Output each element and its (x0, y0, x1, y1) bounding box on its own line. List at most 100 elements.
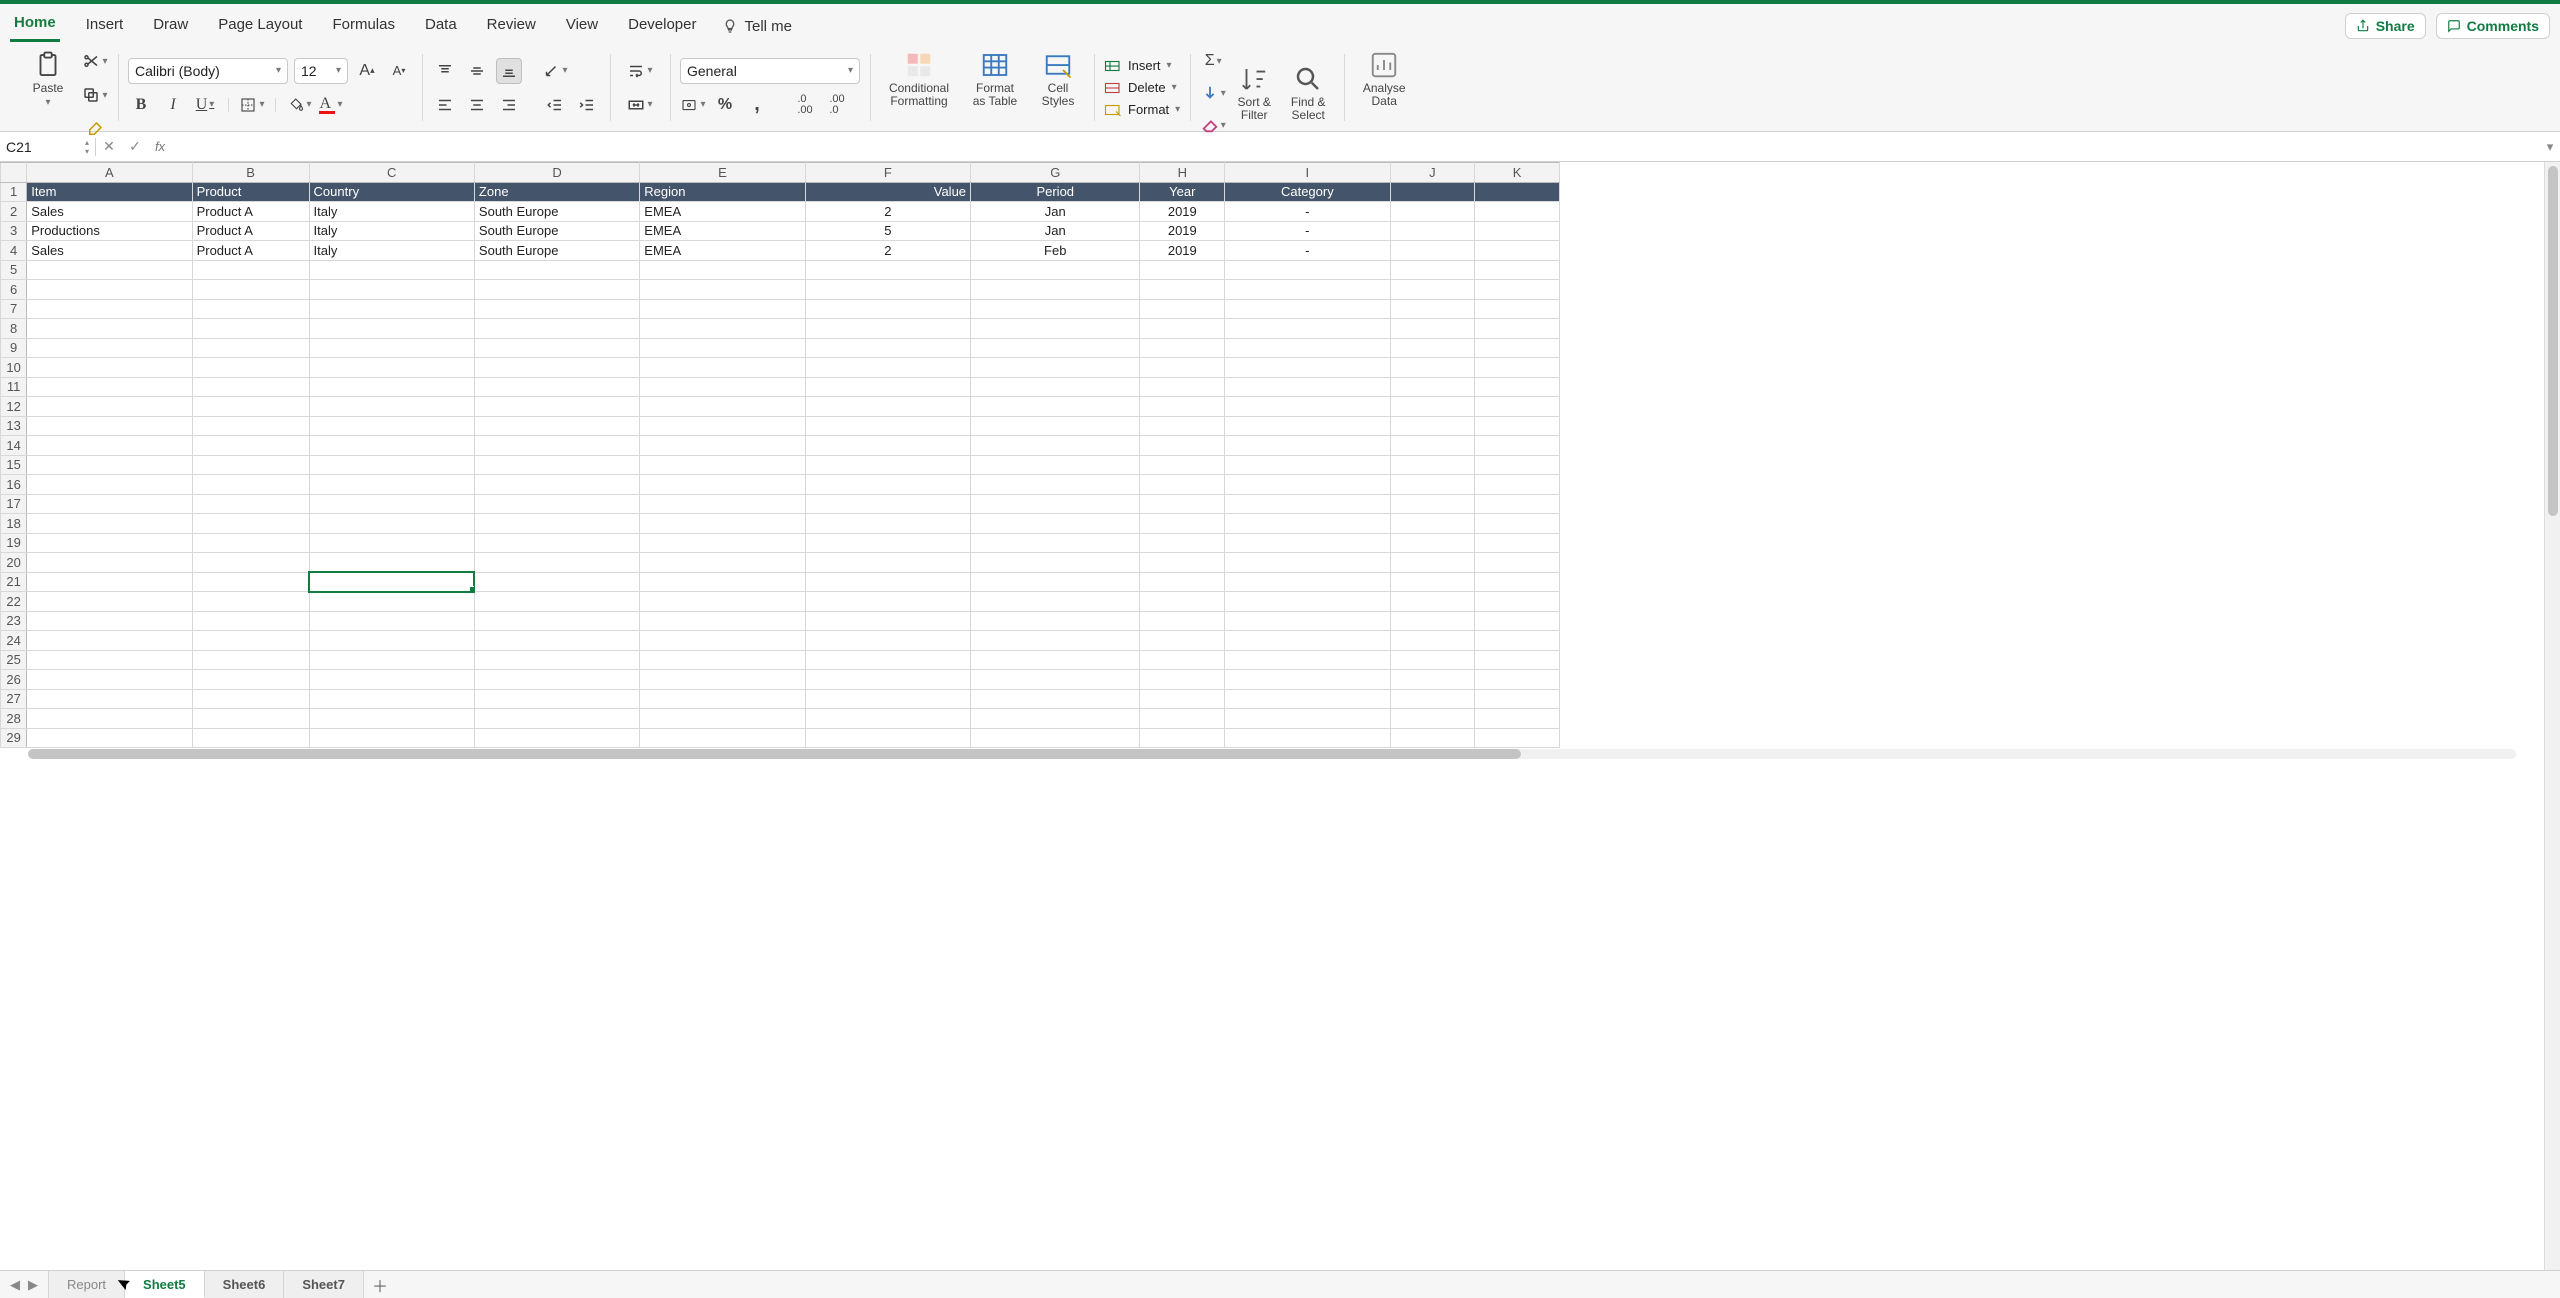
cell-A22[interactable] (27, 592, 192, 612)
cell-J2[interactable] (1390, 202, 1475, 222)
row-header-24[interactable]: 24 (1, 631, 27, 651)
cell-B12[interactable] (192, 397, 309, 417)
cell-E26[interactable] (640, 670, 805, 690)
cell-F12[interactable] (805, 397, 970, 417)
cell-I11[interactable] (1225, 377, 1390, 397)
cell-K4[interactable] (1475, 241, 1560, 261)
cell-F1[interactable]: Value (805, 182, 970, 202)
cell-I13[interactable] (1225, 416, 1390, 436)
cell-B16[interactable] (192, 475, 309, 495)
cell-I21[interactable] (1225, 572, 1390, 592)
row-header-13[interactable]: 13 (1, 416, 27, 436)
cell-B6[interactable] (192, 280, 309, 300)
wrap-text-button[interactable] (620, 58, 660, 84)
cell-K25[interactable] (1475, 650, 1560, 670)
cell-H29[interactable] (1140, 728, 1225, 748)
cell-G29[interactable] (971, 728, 1140, 748)
cell-D10[interactable] (474, 358, 639, 378)
cell-E9[interactable] (640, 338, 805, 358)
cell-K20[interactable] (1475, 553, 1560, 573)
cell-I22[interactable] (1225, 592, 1390, 612)
cell-G10[interactable] (971, 358, 1140, 378)
cell-J18[interactable] (1390, 514, 1475, 534)
cell-E1[interactable]: Region (640, 182, 805, 202)
cell-G5[interactable] (971, 260, 1140, 280)
cell-J8[interactable] (1390, 319, 1475, 339)
cell-E27[interactable] (640, 689, 805, 709)
cell-I14[interactable] (1225, 436, 1390, 456)
cell-C12[interactable] (309, 397, 474, 417)
cell-B4[interactable]: Product A (192, 241, 309, 261)
cell-J15[interactable] (1390, 455, 1475, 475)
cell-I10[interactable] (1225, 358, 1390, 378)
cell-E21[interactable] (640, 572, 805, 592)
cell-D3[interactable]: South Europe (474, 221, 639, 241)
cell-E23[interactable] (640, 611, 805, 631)
cell-E8[interactable] (640, 319, 805, 339)
cell-G17[interactable] (971, 494, 1140, 514)
cell-J14[interactable] (1390, 436, 1475, 456)
sort-filter-button[interactable]: Sort & Filter (1228, 62, 1280, 124)
cell-K12[interactable] (1475, 397, 1560, 417)
cell-E18[interactable] (640, 514, 805, 534)
cell-D19[interactable] (474, 533, 639, 553)
cell-A23[interactable] (27, 611, 192, 631)
cell-B18[interactable] (192, 514, 309, 534)
cell-B3[interactable]: Product A (192, 221, 309, 241)
format-painter-button[interactable] (82, 116, 108, 142)
align-right-button[interactable] (496, 92, 522, 118)
cell-H18[interactable] (1140, 514, 1225, 534)
cell-C1[interactable]: Country (309, 182, 474, 202)
cell-I17[interactable] (1225, 494, 1390, 514)
cell-G8[interactable] (971, 319, 1140, 339)
cell-H15[interactable] (1140, 455, 1225, 475)
percent-format-button[interactable]: % (712, 92, 738, 118)
expand-formula-bar[interactable]: ▾ (2540, 139, 2560, 155)
row-header-9[interactable]: 9 (1, 338, 27, 358)
row-header-11[interactable]: 11 (1, 377, 27, 397)
cell-C17[interactable] (309, 494, 474, 514)
cell-I29[interactable] (1225, 728, 1390, 748)
cell-C24[interactable] (309, 631, 474, 651)
cell-G1[interactable]: Period (971, 182, 1140, 202)
cell-A19[interactable] (27, 533, 192, 553)
cell-D15[interactable] (474, 455, 639, 475)
cell-F20[interactable] (805, 553, 970, 573)
row-header-14[interactable]: 14 (1, 436, 27, 456)
cell-E11[interactable] (640, 377, 805, 397)
ribbon-tab-page-layout[interactable]: Page Layout (214, 12, 306, 41)
column-header-C[interactable]: C (309, 163, 474, 183)
cell-D5[interactable] (474, 260, 639, 280)
cell-K27[interactable] (1475, 689, 1560, 709)
row-header-29[interactable]: 29 (1, 728, 27, 748)
cell-E14[interactable] (640, 436, 805, 456)
cell-H19[interactable] (1140, 533, 1225, 553)
cell-K10[interactable] (1475, 358, 1560, 378)
cell-K28[interactable] (1475, 709, 1560, 729)
cell-C22[interactable] (309, 592, 474, 612)
merge-button[interactable] (620, 92, 660, 118)
cell-B29[interactable] (192, 728, 309, 748)
cell-H24[interactable] (1140, 631, 1225, 651)
cell-K2[interactable] (1475, 202, 1560, 222)
decrease-indent-button[interactable] (542, 92, 568, 118)
cell-I4[interactable]: - (1225, 241, 1390, 261)
cell-D12[interactable] (474, 397, 639, 417)
cell-F29[interactable] (805, 728, 970, 748)
cell-K11[interactable] (1475, 377, 1560, 397)
cell-D21[interactable] (474, 572, 639, 592)
cell-H17[interactable] (1140, 494, 1225, 514)
cell-F15[interactable] (805, 455, 970, 475)
cell-A17[interactable] (27, 494, 192, 514)
cell-F24[interactable] (805, 631, 970, 651)
cell-I25[interactable] (1225, 650, 1390, 670)
vertical-scroll-thumb[interactable] (2548, 166, 2558, 516)
cell-C19[interactable] (309, 533, 474, 553)
cell-C13[interactable] (309, 416, 474, 436)
cell-I16[interactable] (1225, 475, 1390, 495)
cell-C4[interactable]: Italy (309, 241, 474, 261)
row-header-26[interactable]: 26 (1, 670, 27, 690)
comma-format-button[interactable]: , (744, 92, 770, 118)
cell-D4[interactable]: South Europe (474, 241, 639, 261)
cell-G26[interactable] (971, 670, 1140, 690)
